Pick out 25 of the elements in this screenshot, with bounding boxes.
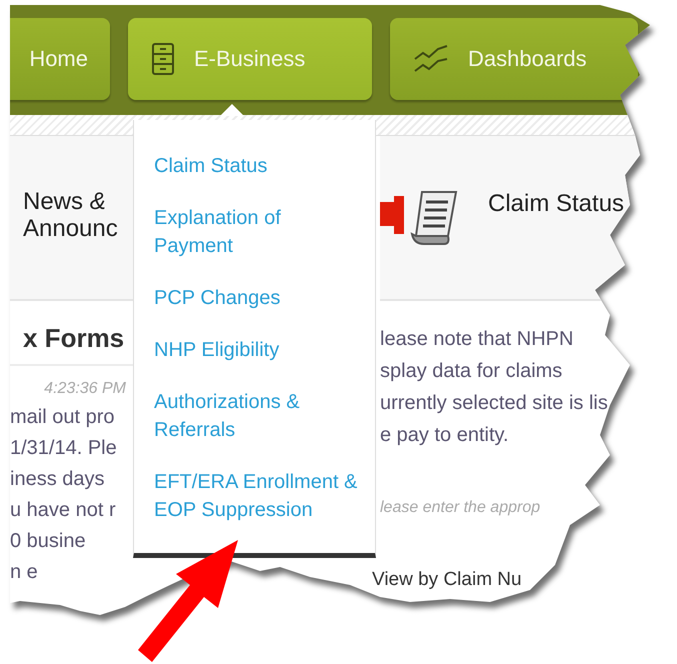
nav-tab[interactable]: Dashboards — [390, 18, 638, 100]
panel-title: News & Announc — [22, 187, 119, 242]
body-text: iness days — [10, 467, 106, 492]
body-text: 1/31/14. Ple — [10, 436, 118, 461]
hint-text: lease enter the approp — [380, 499, 542, 517]
line-chart-icon — [414, 45, 448, 73]
nav-tab[interactable]: Home — [10, 18, 110, 100]
body-text: u have not r — [10, 498, 117, 523]
puzzle-piece-icon — [380, 196, 404, 234]
note-text: lease note that NHPN splay data for claims urrently selected site is lis e pay to entity. — [380, 327, 609, 448]
menu-item[interactable]: Claim Status — [154, 152, 360, 180]
body-text: 0 busine — [10, 529, 87, 554]
view-link[interactable]: View by Claim Nu — [372, 569, 660, 591]
cabinet-icon — [152, 43, 174, 75]
menu-item[interactable]: EFT/ERA Enrollment & EOP Suppression — [154, 468, 360, 524]
menu-item[interactable]: Authorizations & Referrals — [154, 388, 360, 444]
body-text: mail out pro — [10, 405, 116, 430]
document-icon — [410, 190, 460, 246]
panel-title: Claim Status — [488, 190, 624, 218]
menu-item[interactable]: Explanation of Payment — [154, 204, 360, 260]
timestamp: 4:23:36 PM — [43, 379, 126, 398]
body-text: n e — [10, 560, 39, 585]
menu-item[interactable]: NHP Eligibility — [154, 336, 360, 364]
menu-item[interactable]: PCP Changes — [154, 284, 360, 312]
nav-tab[interactable]: E-Business — [128, 18, 372, 100]
